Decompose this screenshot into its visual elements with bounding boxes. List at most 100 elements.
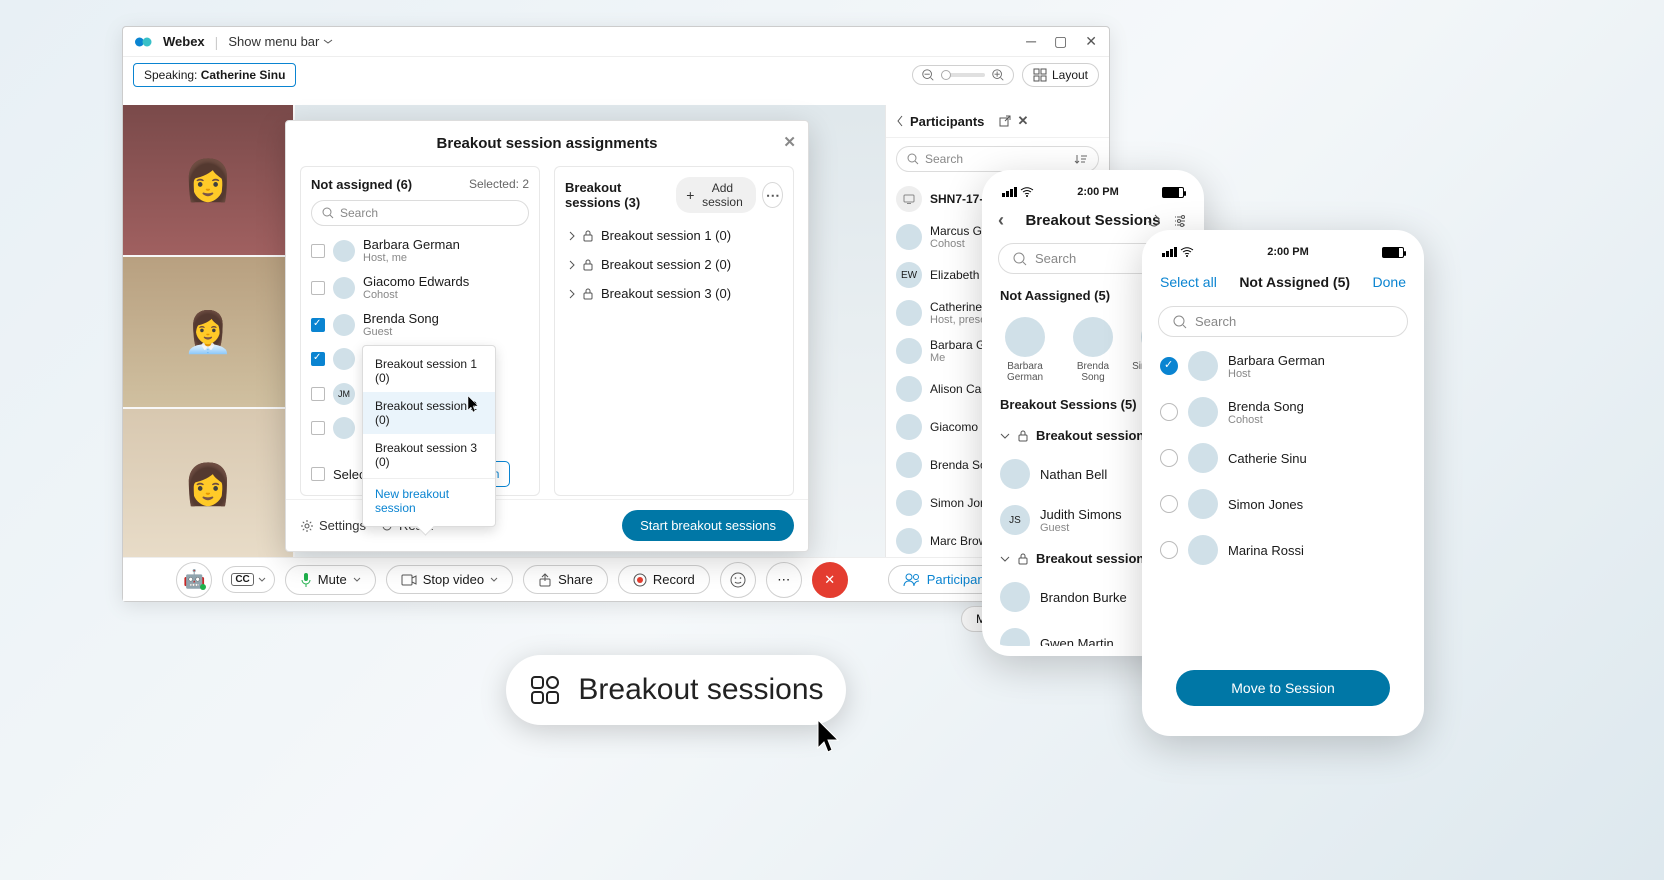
- more-button[interactable]: ⋯: [766, 562, 802, 598]
- sort-icon[interactable]: [1074, 153, 1088, 165]
- participant-row[interactable]: Brenda SongCohost: [1146, 389, 1420, 435]
- smile-icon: [730, 572, 746, 588]
- wifi-icon: [1180, 247, 1194, 257]
- lock-icon: [1018, 553, 1028, 565]
- camera-icon: [401, 574, 417, 586]
- close-panel-icon[interactable]: ✕: [1018, 113, 1100, 129]
- radio[interactable]: [1160, 357, 1178, 375]
- search-icon: [907, 153, 919, 165]
- webex-logo-icon: [135, 35, 153, 49]
- menu-bar-toggle[interactable]: Show menu bar: [228, 34, 333, 49]
- breakout-sessions-pill[interactable]: Breakout sessions: [506, 655, 846, 725]
- search-icon: [322, 207, 334, 219]
- radio[interactable]: [1160, 449, 1178, 467]
- select-all-button[interactable]: Select all: [1160, 274, 1217, 290]
- zoom-out-icon[interactable]: [921, 68, 935, 82]
- chevron-down-icon: [1000, 556, 1010, 562]
- assistant-button[interactable]: 🤖: [176, 562, 212, 598]
- popout-icon[interactable]: [998, 114, 1012, 128]
- device-icon: [902, 192, 916, 206]
- search-input[interactable]: Search: [1158, 306, 1408, 337]
- record-button[interactable]: Record: [618, 565, 710, 594]
- zoom-control[interactable]: [912, 65, 1014, 85]
- menu-item-new-session[interactable]: New breakout session: [363, 478, 495, 522]
- select-all-checkbox[interactable]: [311, 467, 325, 481]
- grid-icon: [1033, 68, 1047, 82]
- modal-title: Breakout session assignments ✕: [286, 121, 808, 166]
- stop-video-button[interactable]: Stop video: [386, 565, 513, 594]
- page-title: Breakout Sessions: [1025, 212, 1160, 229]
- layout-button[interactable]: Layout: [1022, 63, 1099, 87]
- session-row[interactable]: Breakout session 2 (0): [565, 250, 783, 279]
- done-button[interactable]: Done: [1373, 274, 1406, 290]
- start-breakout-button[interactable]: Start breakout sessions: [622, 510, 794, 541]
- breakout-icon: [528, 673, 562, 707]
- person-row[interactable]: Brenda SongGuest: [311, 306, 529, 343]
- menu-item-session-1[interactable]: Breakout session 1 (0): [363, 350, 495, 392]
- cursor-icon: [466, 394, 482, 414]
- participant-row[interactable]: Barbara GermanHost: [1146, 343, 1420, 389]
- settings-button[interactable]: Settings: [300, 518, 366, 533]
- checkbox[interactable]: [311, 281, 325, 295]
- titlebar: Webex | Show menu bar ─ ▢ ✕: [123, 27, 1109, 57]
- radio[interactable]: [1160, 403, 1178, 421]
- speaking-indicator: Speaking: Catherine Sinu: [133, 63, 296, 87]
- move-to-session-button[interactable]: Move to Session: [1176, 670, 1390, 706]
- end-call-button[interactable]: ✕: [812, 562, 848, 598]
- minimize-icon[interactable]: ─: [1026, 33, 1036, 50]
- person-row[interactable]: Barbara GermanHost, me: [311, 232, 529, 269]
- checkbox[interactable]: [311, 318, 325, 332]
- menu-item-session-3[interactable]: Breakout session 3 (0): [363, 434, 495, 476]
- chevron-left-icon[interactable]: [896, 115, 904, 127]
- wifi-icon: [1020, 187, 1034, 197]
- session-row[interactable]: Breakout session 1 (0): [565, 221, 783, 250]
- checkbox[interactable]: [311, 352, 325, 366]
- people-icon: [903, 573, 921, 587]
- refresh-icon[interactable]: [1146, 213, 1162, 229]
- close-icon[interactable]: ✕: [1085, 33, 1097, 50]
- not-assigned-title: Not assigned (6): [311, 177, 412, 192]
- video-tile: 👩: [123, 105, 293, 255]
- session-row[interactable]: Breakout session 3 (0): [565, 279, 783, 308]
- move-to-session-menu: Breakout session 1 (0) Breakout session …: [362, 345, 496, 527]
- participant-row[interactable]: Catherie Sinu: [1146, 435, 1420, 481]
- mute-button[interactable]: Mute: [285, 565, 376, 595]
- checkbox[interactable]: [311, 421, 325, 435]
- page-title: Not Assigned (5): [1239, 274, 1350, 290]
- selected-count: Selected: 2: [469, 177, 529, 192]
- add-session-button[interactable]: +Add session: [676, 177, 756, 213]
- share-button[interactable]: Share: [523, 565, 608, 594]
- status-bar: 2:00 PM: [1146, 240, 1420, 264]
- radio[interactable]: [1160, 495, 1178, 513]
- checkbox[interactable]: [311, 387, 325, 401]
- chevron-down-icon: [1000, 433, 1010, 439]
- search-input[interactable]: Search: [311, 200, 529, 226]
- back-icon[interactable]: ‹: [998, 210, 1004, 231]
- person-row[interactable]: Giacomo EdwardsCohost: [311, 269, 529, 306]
- sessions-title: Breakout sessions (3): [565, 180, 676, 210]
- cc-button[interactable]: CC: [222, 566, 274, 593]
- close-icon[interactable]: ✕: [783, 133, 796, 151]
- gear-icon: [300, 519, 314, 533]
- cursor-icon: [814, 716, 846, 756]
- mic-icon: [300, 572, 312, 588]
- checkbox[interactable]: [311, 244, 325, 258]
- more-options-button[interactable]: ⋯: [762, 182, 783, 208]
- reactions-button[interactable]: [720, 562, 756, 598]
- participants-search[interactable]: Search: [896, 146, 1099, 172]
- radio[interactable]: [1160, 541, 1178, 559]
- mobile-not-assigned: 2:00 PM Select all Not Assigned (5) Done…: [1142, 230, 1424, 736]
- settings-icon[interactable]: [1172, 213, 1188, 229]
- search-icon: [1173, 315, 1187, 329]
- participant-row[interactable]: Simon Jones: [1146, 481, 1420, 527]
- app-name: Webex: [163, 34, 205, 49]
- breakout-sessions-panel: Breakout sessions (3) +Add session ⋯ Bre…: [554, 166, 794, 496]
- participants-title: Participants: [910, 114, 992, 129]
- record-icon: [633, 573, 647, 587]
- video-tile: 👩‍💼: [123, 257, 293, 407]
- video-tile: 👩: [123, 409, 293, 559]
- big-pill-label: Breakout sessions: [578, 673, 823, 707]
- zoom-in-icon[interactable]: [991, 68, 1005, 82]
- maximize-icon[interactable]: ▢: [1054, 33, 1067, 50]
- participant-row[interactable]: Marina Rossi: [1146, 527, 1420, 573]
